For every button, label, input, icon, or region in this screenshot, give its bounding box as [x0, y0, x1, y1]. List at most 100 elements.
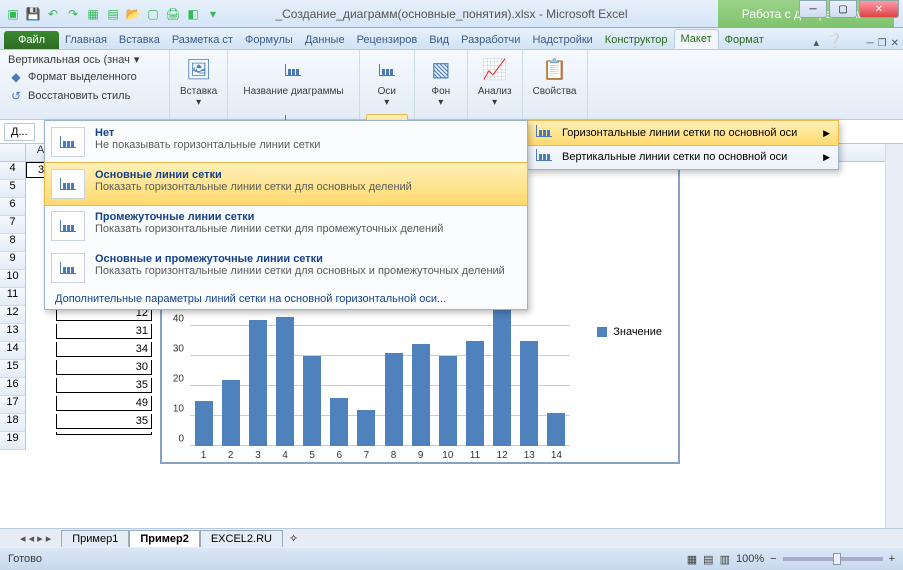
cell-B19[interactable]	[56, 432, 152, 435]
tab-developer[interactable]: Разработчи	[455, 31, 526, 49]
maximize-button[interactable]: ▢	[829, 0, 857, 18]
tab-data[interactable]: Данные	[299, 31, 351, 49]
gridlines-minor-item[interactable]: Промежуточные линии сеткиПоказать горизо…	[45, 205, 527, 247]
gridlines-more-options[interactable]: Дополнительные параметры линий сетки на …	[45, 289, 527, 309]
chart-bar[interactable]	[439, 356, 457, 446]
cell-B16[interactable]: 35	[56, 378, 152, 393]
tab-home[interactable]: Главная	[59, 31, 113, 49]
gridlines-both-item[interactable]: Основные и промежуточные линии сеткиПока…	[45, 247, 527, 289]
qat-more-icon[interactable]: ▾	[204, 5, 222, 23]
properties-button[interactable]: 📋Свойства	[529, 52, 581, 99]
tab-file[interactable]: Файл	[4, 31, 59, 49]
tab-format[interactable]: Формат	[719, 31, 770, 49]
cell-B14[interactable]: 34	[56, 342, 152, 357]
row-header-10[interactable]: 10	[0, 270, 26, 288]
qat-icon-3[interactable]: ◧	[184, 5, 202, 23]
row-header-9[interactable]: 9	[0, 252, 26, 270]
zoom-in-button[interactable]: +	[889, 553, 895, 565]
axes-button[interactable]: Оси▾	[366, 52, 408, 110]
row-header-13[interactable]: 13	[0, 324, 26, 342]
cell-B17[interactable]: 49	[56, 396, 152, 411]
row-header-12[interactable]: 12	[0, 306, 26, 324]
view-pagebreak-icon[interactable]: ▥	[720, 553, 730, 566]
doc-minimize-icon[interactable]: ─	[867, 38, 874, 49]
zoom-slider[interactable]	[783, 557, 883, 561]
tab-design[interactable]: Конструктор	[599, 31, 674, 49]
undo-icon[interactable]: ↶	[44, 5, 62, 23]
tab-addins[interactable]: Надстройки	[526, 31, 598, 49]
save-icon[interactable]: 💾	[24, 5, 42, 23]
view-pagelayout-icon[interactable]: ▤	[703, 553, 713, 566]
chart-bar[interactable]	[466, 341, 484, 446]
cell-B18[interactable]: 35	[56, 414, 152, 429]
chart-plot-area[interactable]	[190, 296, 570, 446]
gridlines-horizontal-item[interactable]: Горизонтальные линии сетки по основной о…	[527, 120, 839, 146]
gridlines-major-item[interactable]: Основные линии сеткиПоказать горизонталь…	[44, 162, 528, 206]
cell-B15[interactable]: 30	[56, 360, 152, 375]
insert-button[interactable]: 🖼Вставка▾	[176, 52, 221, 110]
chart-bar[interactable]	[330, 398, 348, 446]
row-header-8[interactable]: 8	[0, 234, 26, 252]
chart-bar[interactable]	[195, 401, 213, 446]
background-button[interactable]: ▧Фон▾	[421, 52, 461, 110]
sheet-nav-icons[interactable]: ◂ ◂ ▸ ▸	[20, 532, 51, 545]
chart-bar[interactable]	[276, 317, 294, 446]
chart-legend[interactable]: Значение	[597, 326, 662, 338]
view-normal-icon[interactable]: ▦	[687, 553, 697, 566]
chart-title-button[interactable]: Название диаграммы	[234, 52, 353, 99]
name-box[interactable]: Д...	[4, 123, 35, 141]
tab-insert[interactable]: Вставка	[113, 31, 166, 49]
zoom-out-button[interactable]: −	[770, 553, 776, 565]
reset-style-button[interactable]: ↺Восстановить стиль	[6, 87, 163, 105]
row-header-16[interactable]: 16	[0, 378, 26, 396]
tab-view[interactable]: Вид	[423, 31, 455, 49]
row-header-14[interactable]: 14	[0, 342, 26, 360]
sheet-tab-3[interactable]: EXCEL2.RU	[200, 530, 283, 547]
new-sheet-icon[interactable]: ✧	[283, 532, 304, 545]
chart-bar[interactable]	[493, 299, 511, 446]
tab-pagelayout[interactable]: Разметка ст	[166, 31, 239, 49]
sheet-tab-1[interactable]: Пример1	[61, 530, 129, 547]
row-header-6[interactable]: 6	[0, 198, 26, 216]
zoom-thumb[interactable]	[833, 553, 841, 565]
zoom-level[interactable]: 100%	[736, 553, 764, 565]
format-selection-button[interactable]: ◆Формат выделенного	[6, 68, 163, 86]
row-header-18[interactable]: 18	[0, 414, 26, 432]
row-header-4[interactable]: 4	[0, 162, 26, 180]
redo-icon[interactable]: ↷	[64, 5, 82, 23]
row-header-11[interactable]: 11	[0, 288, 26, 306]
row-header-15[interactable]: 15	[0, 360, 26, 378]
help-icon[interactable]: ❔	[826, 32, 843, 49]
sheet-tab-2[interactable]: Пример2	[129, 530, 199, 547]
tab-formulas[interactable]: Формулы	[239, 31, 299, 49]
tab-review[interactable]: Рецензиров	[351, 31, 424, 49]
vertical-scrollbar[interactable]	[885, 144, 903, 528]
new-icon[interactable]: ▢	[144, 5, 162, 23]
doc-restore-icon[interactable]: ❐	[878, 38, 887, 49]
print-preview-icon[interactable]: 🖨	[164, 5, 182, 23]
qat-icon-2[interactable]: ▤	[104, 5, 122, 23]
qat-icon-1[interactable]: ▦	[84, 5, 102, 23]
cell-B13[interactable]: 31	[56, 324, 152, 339]
close-button[interactable]: ✕	[859, 0, 899, 18]
chart-bar[interactable]	[520, 341, 538, 446]
chart-bar[interactable]	[385, 353, 403, 446]
tab-layout[interactable]: Макет	[674, 29, 719, 49]
chart-bar[interactable]	[412, 344, 430, 446]
doc-close-icon[interactable]: ✕	[891, 38, 899, 49]
chart-element-dropdown[interactable]: Вертикальная ось (знач ▾	[6, 52, 163, 67]
select-all-corner[interactable]	[0, 144, 26, 161]
analysis-button[interactable]: 📈Анализ▾	[474, 52, 516, 110]
row-header-7[interactable]: 7	[0, 216, 26, 234]
chart-bar[interactable]	[547, 413, 565, 446]
minimize-button[interactable]: ─	[799, 0, 827, 18]
minimize-ribbon-icon[interactable]: ▴	[813, 36, 819, 49]
chart-bar[interactable]	[249, 320, 267, 446]
chart-bar[interactable]	[303, 356, 321, 446]
chart-bar[interactable]	[222, 380, 240, 446]
row-header-17[interactable]: 17	[0, 396, 26, 414]
chart-bar[interactable]	[357, 410, 375, 446]
row-header-19[interactable]: 19	[0, 432, 26, 450]
gridlines-none-item[interactable]: НетНе показывать горизонтальные линии се…	[45, 121, 527, 163]
gridlines-vertical-item[interactable]: Вертикальные линии сетки по основной оси…	[528, 145, 838, 169]
